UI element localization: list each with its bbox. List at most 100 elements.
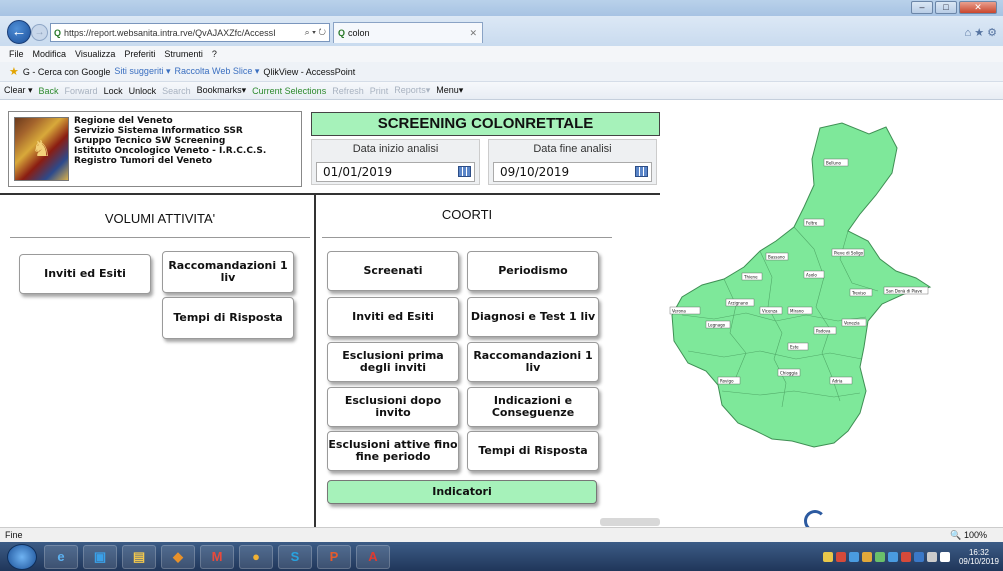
coorti-diagnosi-test-button[interactable]: Diagnosi e Test 1 liv	[467, 297, 599, 337]
explorer-folder-icon[interactable]: ▤	[122, 544, 156, 569]
chrome-icon[interactable]: ●	[239, 544, 273, 569]
map-label-vicenza[interactable]: Vicenza	[759, 306, 783, 315]
internet-explorer-icon[interactable]: e	[44, 544, 78, 569]
organization-names: Regione del Veneto Servizio Sistema Info…	[74, 112, 266, 186]
menu-strumenti[interactable]: Strumenti	[164, 49, 203, 59]
map-label-mirano[interactable]: Mirano	[787, 306, 813, 315]
coorti-periodismo-button[interactable]: Periodismo	[467, 251, 599, 291]
back-button[interactable]: ←	[7, 20, 31, 44]
qlikview-app-icon[interactable]: ◆	[161, 544, 195, 569]
tb-print[interactable]: Print	[370, 86, 389, 96]
tb-bookmarks[interactable]: Bookmarks▾	[197, 85, 247, 96]
fav-google[interactable]: G - Cerca con Google	[23, 67, 111, 77]
coorti-esclusioni-prima-button[interactable]: Esclusioni prima degli inviti	[327, 342, 459, 382]
maximize-icon[interactable]: □	[935, 1, 957, 14]
coorti-esclusioni-dopo-button[interactable]: Esclusioni dopo invito	[327, 387, 459, 427]
map-label-verona[interactable]: Verona	[669, 306, 701, 315]
forward-button[interactable]: →	[31, 24, 48, 41]
fav-qlikview[interactable]: QlikView - AccessPoint	[263, 67, 355, 77]
tb-current-selections[interactable]: Current Selections	[252, 86, 326, 96]
tb-unlock[interactable]: Unlock	[129, 86, 157, 96]
indicatori-button[interactable]: Indicatori	[327, 480, 597, 504]
calendar-icon[interactable]	[458, 166, 471, 177]
map-label-venezia[interactable]: Venezia	[841, 318, 867, 327]
map-label-arzignano[interactable]: Arzignano	[725, 298, 755, 307]
tray-icon[interactable]	[887, 551, 898, 562]
menu-preferiti[interactable]: Preferiti	[124, 49, 155, 59]
tab-close-icon[interactable]: ✕	[469, 28, 477, 39]
start-date-input[interactable]: 01/01/2019	[316, 162, 475, 182]
tb-menu[interactable]: Menu▾	[436, 85, 463, 96]
tray-icon[interactable]	[861, 551, 872, 562]
coorti-tempi-risposta-button[interactable]: Tempi di Risposta	[467, 431, 599, 471]
tb-refresh[interactable]: Refresh	[332, 86, 364, 96]
start-button[interactable]	[7, 543, 37, 570]
gmail-icon[interactable]: M	[200, 544, 234, 569]
favorites-star-icon[interactable]: ★	[9, 65, 19, 78]
home-star-icons[interactable]: ⌂ ★ ⚙	[965, 26, 997, 39]
calendar-icon[interactable]	[635, 166, 648, 177]
map-label-bassano[interactable]: Bassano	[765, 252, 789, 261]
volumi-tempi-risposta-button[interactable]: Tempi di Risposta	[162, 297, 294, 339]
map-label-san-dona[interactable]: San Donà di Piave	[883, 286, 929, 295]
zoom-level[interactable]: 🔍 100%	[950, 528, 987, 542]
veneto-map[interactable]: Belluno Feltre Pieve di Soligo Bassano A…	[664, 101, 1003, 527]
map-label-feltre[interactable]: Feltre	[803, 218, 825, 227]
tray-icon[interactable]	[848, 551, 859, 562]
fav-webslice[interactable]: Raccolta Web Slice ▾	[174, 66, 259, 77]
menu-modifica[interactable]: Modifica	[33, 49, 67, 59]
close-icon[interactable]: ✕	[959, 1, 997, 14]
end-date-input[interactable]: 09/10/2019	[493, 162, 652, 182]
map-label-padova[interactable]: Padova	[813, 326, 837, 335]
menu-file[interactable]: File	[9, 49, 24, 59]
coorti-esclusioni-attive-button[interactable]: Esclusioni attive fino fine periodo	[327, 431, 459, 471]
coorti-screenati-button[interactable]: Screenati	[327, 251, 459, 291]
tray-icon[interactable]	[913, 551, 924, 562]
tb-lock[interactable]: Lock	[104, 86, 123, 96]
start-date-label: Data inizio analisi	[352, 143, 439, 155]
coorti-raccomandazioni-button[interactable]: Raccomandazioni 1 liv	[467, 342, 599, 382]
tb-forward[interactable]: Forward	[65, 86, 98, 96]
search-refresh-icon[interactable]: ⌕ ▾ ↻	[302, 27, 329, 38]
menu-visualizza[interactable]: Visualizza	[75, 49, 115, 59]
minimize-icon[interactable]: –	[911, 1, 933, 14]
map-label-thiene[interactable]: Thiene	[741, 272, 763, 281]
address-bar[interactable]: Q https://report.websanita.intra.rve/QvA…	[50, 23, 330, 42]
tb-back[interactable]: Back	[39, 86, 59, 96]
map-label-treviso[interactable]: Treviso	[849, 288, 873, 297]
outlook-icon[interactable]: ▣	[83, 544, 117, 569]
address-url: https://report.websanita.intra.rve/QvAJA…	[64, 27, 276, 38]
tb-clear[interactable]: Clear ▾	[4, 85, 33, 96]
powerpoint-icon[interactable]: P	[317, 544, 351, 569]
fav-suggested[interactable]: Siti suggeriti ▾	[114, 66, 170, 77]
browser-tab[interactable]: Q colon ✕	[333, 22, 483, 43]
skype-icon[interactable]: S	[278, 544, 312, 569]
svg-text:Pieve di Soligo: Pieve di Soligo	[834, 251, 864, 256]
map-label-legnago[interactable]: Legnago	[705, 320, 731, 329]
tray-icon[interactable]	[874, 551, 885, 562]
map-label-pieve-soligo[interactable]: Pieve di Soligo	[831, 248, 865, 257]
map-label-rovigo[interactable]: Rovigo	[717, 376, 741, 385]
menu-bar: File Modifica Visualizza Preferiti Strum…	[0, 46, 1003, 62]
coorti-inviti-esiti-button[interactable]: Inviti ed Esiti	[327, 297, 459, 337]
network-icon[interactable]	[926, 551, 937, 562]
map-label-este[interactable]: Este	[787, 342, 809, 351]
map-label-chioggia[interactable]: Chioggia	[777, 368, 801, 377]
tray-icon[interactable]	[822, 551, 833, 562]
system-clock[interactable]: 16:32 09/10/2019	[959, 548, 999, 566]
menu-help[interactable]: ?	[212, 49, 217, 59]
horizontal-scrollbar[interactable]	[600, 518, 660, 526]
tray-icon[interactable]	[900, 551, 911, 562]
coorti-indicazioni-button[interactable]: Indicazioni e Conseguenze	[467, 387, 599, 427]
acrobat-icon[interactable]: A	[356, 544, 390, 569]
volumi-raccomandazioni-button[interactable]: Raccomandazioni 1 liv	[162, 251, 294, 293]
map-label-adria[interactable]: Adria	[829, 376, 853, 385]
map-label-asolo[interactable]: Asolo	[803, 270, 825, 279]
map-label-belluno[interactable]: Belluno	[823, 158, 849, 167]
volumi-inviti-esiti-button[interactable]: Inviti ed Esiti	[19, 254, 151, 294]
tb-reports[interactable]: Reports▾	[394, 85, 430, 96]
volume-icon[interactable]	[939, 551, 950, 562]
tb-search[interactable]: Search	[162, 86, 191, 96]
svg-text:Bassano: Bassano	[768, 255, 785, 260]
tray-icon[interactable]	[835, 551, 846, 562]
